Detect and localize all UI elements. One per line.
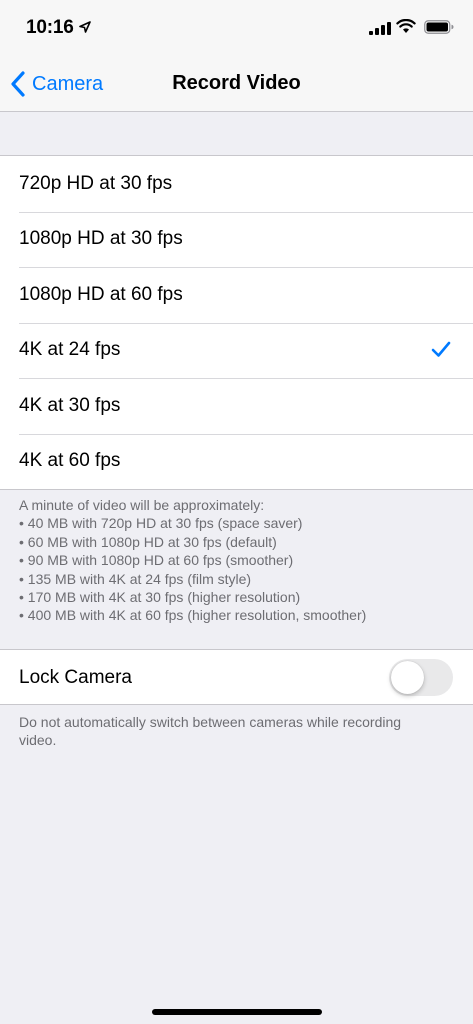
footnote-line: • 170 MB with 4K at 30 fps (higher resol… bbox=[19, 589, 301, 606]
battery-icon bbox=[424, 20, 454, 34]
status-time: 10:16 bbox=[26, 17, 74, 38]
footnote-line: • 40 MB with 720p HD at 30 fps (space sa… bbox=[19, 515, 303, 532]
option-4k-30fps[interactable]: 4K at 30 fps bbox=[0, 378, 473, 434]
home-indicator[interactable] bbox=[152, 1009, 322, 1015]
option-label: 1080p HD at 60 fps bbox=[19, 283, 183, 305]
file-size-footnote: A minute of video will be approximately:… bbox=[19, 496, 459, 625]
option-label: 4K at 60 fps bbox=[19, 450, 121, 472]
option-label: 720p HD at 30 fps bbox=[19, 172, 173, 194]
option-label: 1080p HD at 30 fps bbox=[19, 228, 183, 250]
location-arrow-icon bbox=[79, 21, 91, 33]
option-4k-24fps[interactable]: 4K at 24 fps bbox=[0, 322, 473, 379]
checkmark-icon bbox=[431, 341, 451, 357]
option-1080p-30fps[interactable]: 1080p HD at 30 fps bbox=[0, 211, 473, 268]
option-1080p-60fps[interactable]: 1080p HD at 60 fps bbox=[0, 267, 473, 323]
footnote-line: • 135 MB with 4K at 24 fps (film style) bbox=[19, 570, 252, 587]
footnote-line: A minute of video will be approximately: bbox=[19, 497, 265, 513]
lock-camera-row: Lock Camera bbox=[0, 649, 473, 705]
cellular-signal-icon bbox=[369, 22, 391, 35]
toggle-knob bbox=[391, 661, 424, 694]
wifi-icon bbox=[396, 19, 416, 33]
lock-camera-label: Lock Camera bbox=[19, 667, 132, 688]
status-bar: 10:16 bbox=[0, 0, 473, 58]
option-4k-60fps[interactable]: 4K at 60 fps bbox=[0, 433, 473, 490]
footnote-line: • 90 MB with 1080p HD at 60 fps (smoothe… bbox=[19, 552, 294, 569]
option-label: 4K at 30 fps bbox=[19, 394, 121, 416]
option-label: 4K at 24 fps bbox=[19, 339, 121, 361]
page-title: Record Video bbox=[172, 72, 301, 94]
navigation-bar: Camera Record Video bbox=[0, 58, 473, 112]
footnote-line: • 400 MB with 4K at 60 fps (higher resol… bbox=[19, 607, 367, 624]
lock-camera-toggle[interactable] bbox=[389, 659, 453, 696]
lock-camera-footnote: Do not automatically switch between came… bbox=[19, 714, 402, 749]
footnote-line: • 60 MB with 1080p HD at 30 fps (default… bbox=[19, 533, 277, 550]
option-720p-30fps[interactable]: 720p HD at 30 fps bbox=[0, 156, 473, 212]
video-format-list: 720p HD at 30 fps 1080p HD at 30 fps 108… bbox=[0, 155, 473, 490]
